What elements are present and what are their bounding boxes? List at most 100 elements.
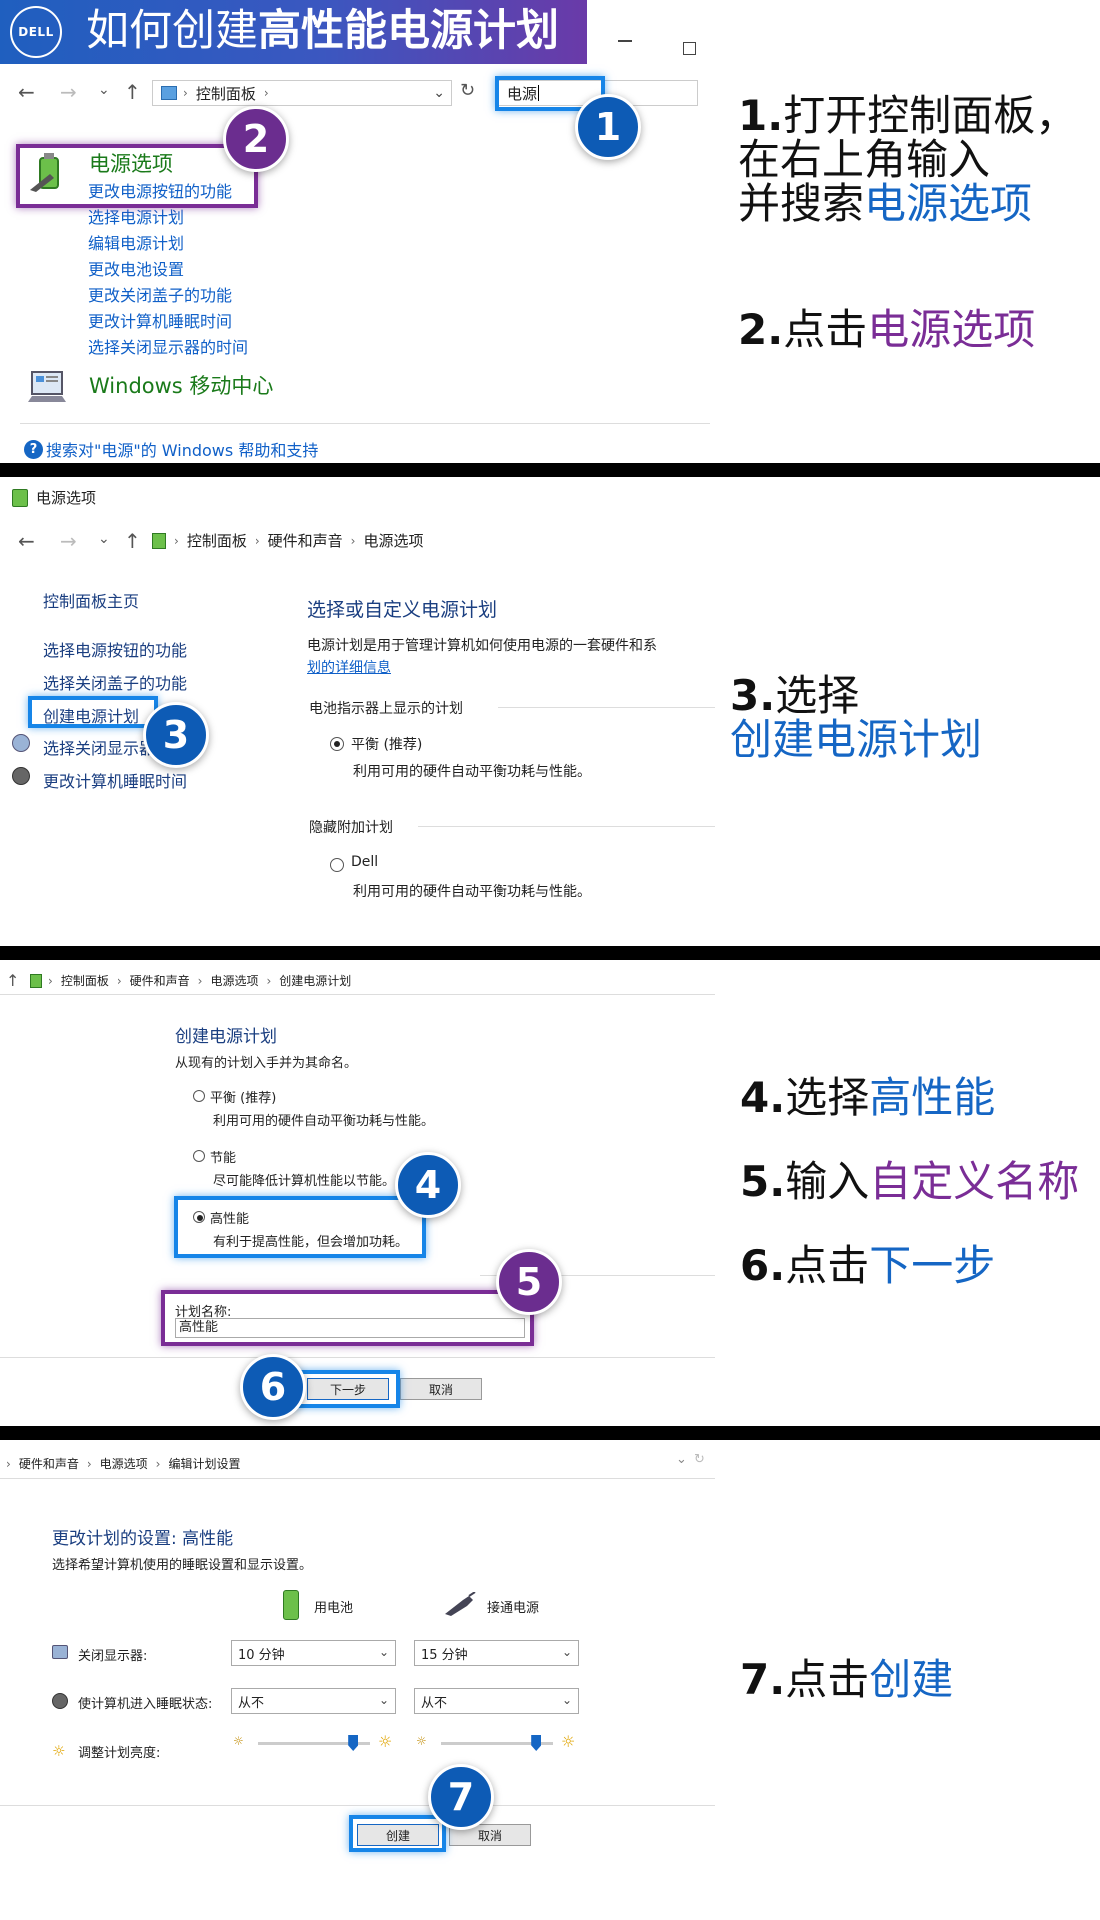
- refresh-icon[interactable]: ↻: [460, 80, 475, 101]
- crumb-create-plan[interactable]: 创建电源计划: [279, 972, 351, 989]
- chevron-down-icon[interactable]: ⌄: [433, 85, 445, 101]
- sidebar-item-home[interactable]: 控制面板主页: [43, 588, 139, 612]
- sleep-plugged-select[interactable]: 从不 ⌄: [414, 1688, 579, 1714]
- divider: [0, 1357, 715, 1358]
- radio-balanced[interactable]: [330, 737, 344, 751]
- row-brightness-label: 调整计划亮度:: [78, 1746, 161, 1761]
- display-battery-select[interactable]: 10 分钟 ⌄: [231, 1640, 396, 1666]
- crumb-hardware-sound[interactable]: 硬件和声音: [19, 1455, 79, 1472]
- main-heading: 选择或自定义电源计划: [307, 599, 498, 621]
- help-link[interactable]: 搜索对"电源"的 Windows 帮助和支持: [46, 437, 318, 461]
- refresh-icon[interactable]: ↻: [694, 1452, 705, 1467]
- crumb-power-options[interactable]: 电源选项: [363, 530, 423, 551]
- power-options-small-icon: [12, 488, 28, 507]
- maximize-icon[interactable]: [683, 42, 696, 55]
- plan-name-highlight: [161, 1290, 534, 1346]
- plan-details-link[interactable]: 划的详细信息: [307, 657, 391, 677]
- link-battery-settings[interactable]: 更改电池设置: [88, 256, 248, 282]
- crumb-edit-plan[interactable]: 编辑计划设置: [168, 1455, 240, 1472]
- badge-step-2: 2: [223, 106, 289, 172]
- sidebar-item-display[interactable]: 选择关闭显示器: [43, 735, 153, 759]
- crumb-power-options[interactable]: 电源选项: [210, 972, 258, 989]
- chevron-down-icon[interactable]: ⌄: [676, 1452, 687, 1467]
- instruction-3-num: 3.: [730, 671, 776, 720]
- chevron-right-icon: ›: [350, 533, 356, 548]
- chevron-down-icon: ⌄: [378, 1645, 389, 1659]
- recent-icon[interactable]: ⌄: [98, 82, 110, 98]
- radio-balanced[interactable]: [193, 1090, 205, 1102]
- help-link-row[interactable]: ? 搜索对"电源"的 Windows 帮助和支持: [24, 437, 318, 461]
- display-icon: [12, 734, 30, 752]
- chevron-right-icon: ›: [266, 973, 272, 988]
- brightness-battery-thumb[interactable]: [348, 1735, 359, 1751]
- instruction-2-text: 点击: [783, 305, 868, 354]
- plan-power-saver-desc: 尽可能降低计算机性能以节能。: [213, 1174, 396, 1189]
- back-icon[interactable]: ←: [18, 529, 35, 553]
- chevron-right-icon: ›: [48, 973, 53, 988]
- badge-step-3: 3: [143, 702, 209, 768]
- sidebar-item-power-button[interactable]: 选择电源按钮的功能: [43, 637, 187, 661]
- crumb-hardware-sound[interactable]: 硬件和声音: [130, 972, 190, 989]
- radio-dell[interactable]: [330, 858, 344, 872]
- divider: [0, 1805, 715, 1806]
- radio-power-saver[interactable]: [193, 1150, 205, 1162]
- instruction-3-highlight: 创建电源计划: [730, 715, 983, 764]
- plan-dell-desc: 利用可用的硬件自动平衡功耗与性能。: [353, 884, 591, 900]
- divider: [20, 423, 710, 424]
- step3-panel: ↑ › 控制面板 › 硬件和声音 › 电源选项 › 创建电源计划 创建电源计划 …: [0, 960, 715, 1426]
- brightness-plugged-thumb[interactable]: [531, 1735, 542, 1751]
- group-hidden-label[interactable]: 隐藏附加计划: [309, 817, 393, 837]
- back-icon[interactable]: ←: [18, 80, 35, 104]
- minimize-icon[interactable]: [618, 40, 632, 42]
- display-plugged-select[interactable]: 15 分钟 ⌄: [414, 1640, 579, 1666]
- up-icon[interactable]: ↑: [124, 529, 141, 553]
- plan-balanced-name[interactable]: 平衡 (推荐): [351, 734, 422, 754]
- display-plugged-value: 15 分钟: [421, 1647, 468, 1663]
- group-battery-label: 电池指示器上显示的计划: [309, 701, 463, 717]
- crumb-control-panel[interactable]: 控制面板: [61, 972, 109, 989]
- up-icon[interactable]: ↑: [124, 80, 141, 104]
- instruction-7-num: 7.: [740, 1655, 786, 1704]
- instruction-6-highlight: 下一步: [869, 1241, 996, 1290]
- instruction-5-highlight: 自定义名称: [869, 1157, 1080, 1206]
- page-title: 如何创建高性能电源计划: [86, 6, 559, 56]
- instruction-1-highlight: 电源选项: [864, 179, 1033, 228]
- divider-bar-3: [0, 1426, 1100, 1440]
- plan-dell-name[interactable]: Dell: [351, 854, 378, 870]
- instruction-6-text: 点击: [785, 1241, 870, 1290]
- crumb-power-options[interactable]: 电源选项: [100, 1455, 148, 1472]
- link-sleep-time[interactable]: 更改计算机睡眠时间: [88, 308, 248, 334]
- divider: [0, 994, 715, 995]
- up-icon[interactable]: ↑: [6, 971, 19, 990]
- chevron-right-icon: ›: [6, 1456, 11, 1471]
- high-performance-highlight: [174, 1196, 426, 1258]
- window-title: 电源选项: [36, 489, 97, 507]
- instruction-2-highlight: 电源选项: [867, 305, 1036, 354]
- plan-balanced-desc: 利用可用的硬件自动平衡功耗与性能。: [213, 1114, 435, 1129]
- plan-power-saver-name[interactable]: 节能: [210, 1147, 236, 1166]
- sleep-icon: [12, 767, 30, 785]
- forward-icon[interactable]: →: [60, 80, 77, 104]
- address-bar[interactable]: › 控制面板 › ⌄: [152, 80, 452, 106]
- sleep-battery-select[interactable]: 从不 ⌄: [231, 1688, 396, 1714]
- crumb-control-panel[interactable]: 控制面板: [187, 530, 247, 551]
- sleep-battery-value: 从不: [238, 1695, 265, 1711]
- power-options-crumb-icon: [152, 532, 166, 549]
- plan-balanced-name[interactable]: 平衡 (推荐): [210, 1087, 276, 1106]
- link-edit-plan[interactable]: 编辑电源计划: [88, 230, 248, 256]
- mobility-center-title[interactable]: Windows 移动中心: [89, 370, 273, 400]
- recent-icon[interactable]: ⌄: [98, 531, 110, 547]
- instruction-6-num: 6.: [740, 1241, 786, 1290]
- badge-step-5: 5: [496, 1249, 562, 1315]
- brightness-high-icon: ☼: [378, 1732, 393, 1751]
- link-display-off-time[interactable]: 选择关闭显示器的时间: [88, 334, 248, 360]
- sidebar-item-sleep[interactable]: 更改计算机睡眠时间: [43, 768, 187, 792]
- link-lid-function[interactable]: 更改关闭盖子的功能: [88, 282, 248, 308]
- crumb-hardware-sound[interactable]: 硬件和声音: [268, 530, 343, 551]
- sidebar-item-lid[interactable]: 选择关闭盖子的功能: [43, 670, 187, 694]
- forward-icon[interactable]: →: [60, 529, 77, 553]
- sleep-plugged-value: 从不: [421, 1695, 448, 1711]
- cancel-button[interactable]: 取消: [400, 1378, 482, 1400]
- plug-icon: [443, 1591, 477, 1616]
- badge-step-1: 1: [575, 94, 641, 160]
